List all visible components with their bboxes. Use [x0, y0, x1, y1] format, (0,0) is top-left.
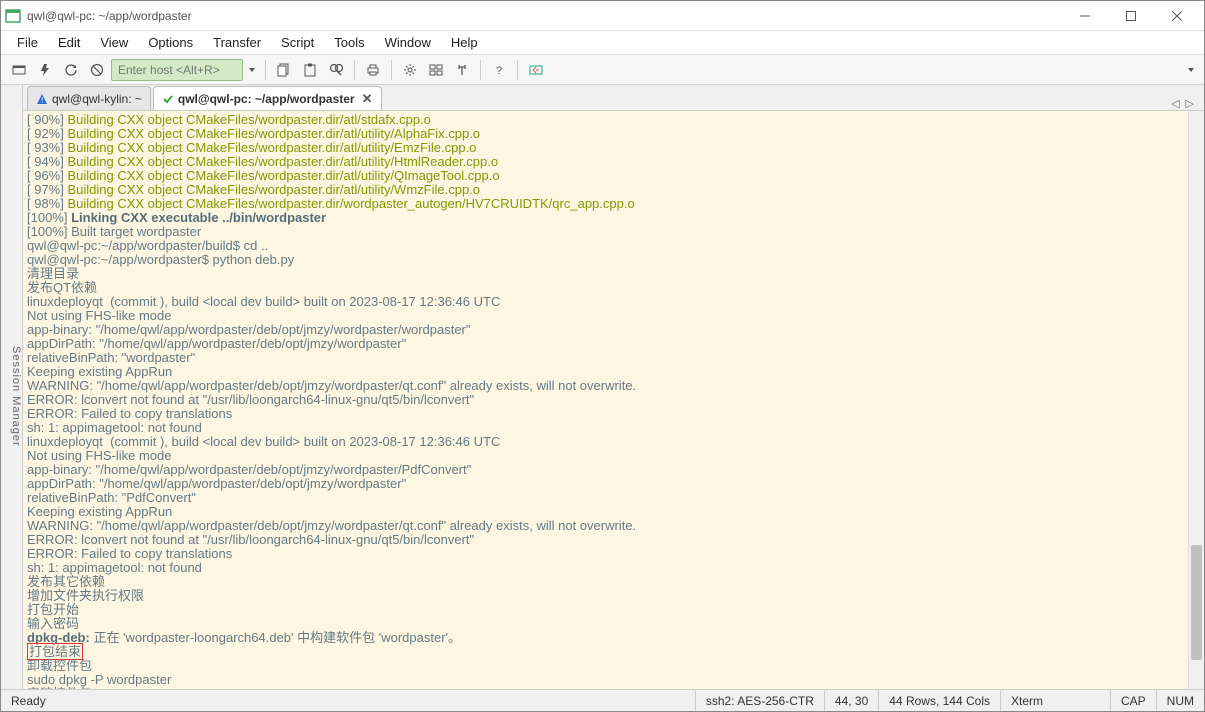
host-dropdown-icon[interactable]: [245, 59, 259, 81]
tab-session-2[interactable]: qwl@qwl-pc: ~/app/wordpaster ✕: [153, 86, 382, 110]
status-term-type: Xterm: [1000, 690, 1110, 711]
menu-options[interactable]: Options: [140, 33, 201, 52]
disconnect-icon[interactable]: [85, 58, 109, 82]
status-cursor-pos: 44, 30: [824, 690, 878, 711]
menu-transfer[interactable]: Transfer: [205, 33, 269, 52]
scrollbar-thumb[interactable]: [1191, 545, 1202, 661]
quick-connect-icon[interactable]: [33, 58, 57, 82]
xfer-icon[interactable]: [524, 58, 548, 82]
menu-help[interactable]: Help: [443, 33, 486, 52]
menu-edit[interactable]: Edit: [50, 33, 88, 52]
status-size: 44 Rows, 144 Cols: [878, 690, 1000, 711]
close-icon[interactable]: ✕: [362, 91, 373, 107]
connect-icon[interactable]: [7, 58, 31, 82]
terminal-output[interactable]: [ 90%] Building CXX object CMakeFiles/wo…: [23, 111, 1188, 689]
status-ready: Ready: [1, 690, 695, 711]
close-button[interactable]: [1154, 2, 1200, 30]
vertical-scrollbar[interactable]: [1188, 111, 1204, 689]
tab-session-1[interactable]: ! qwl@qwl-kylin: ~: [27, 86, 151, 110]
paste-icon[interactable]: [298, 58, 322, 82]
svg-text:!: !: [41, 96, 43, 105]
check-icon: [162, 93, 174, 105]
tab-label: qwl@qwl-pc: ~/app/wordpaster: [178, 92, 355, 106]
menu-file[interactable]: File: [9, 33, 46, 52]
separator: [354, 60, 355, 80]
tab-next-icon[interactable]: ▷: [1186, 97, 1194, 110]
tab-label: qwl@qwl-kylin: ~: [52, 92, 142, 106]
maximize-button[interactable]: [1108, 2, 1154, 30]
print-icon[interactable]: [361, 58, 385, 82]
separator: [391, 60, 392, 80]
window-title: qwl@qwl-pc: ~/app/wordpaster: [27, 9, 1062, 23]
minimize-button[interactable]: [1062, 2, 1108, 30]
tabbar: ! qwl@qwl-kylin: ~ qwl@qwl-pc: ~/app/wor…: [23, 85, 1204, 111]
menu-view[interactable]: View: [92, 33, 136, 52]
titlebar: qwl@qwl-pc: ~/app/wordpaster: [1, 1, 1204, 31]
toolbar: ?: [1, 55, 1204, 85]
menu-window[interactable]: Window: [377, 33, 439, 52]
svg-text:?: ?: [496, 65, 502, 77]
separator: [265, 60, 266, 80]
statusbar: Ready ssh2: AES-256-CTR 44, 30 44 Rows, …: [1, 689, 1204, 711]
sessions-icon[interactable]: [424, 58, 448, 82]
find-icon[interactable]: [324, 58, 348, 82]
separator: [480, 60, 481, 80]
menu-tools[interactable]: Tools: [326, 33, 372, 52]
session-manager-gutter[interactable]: Session Manager: [1, 85, 23, 689]
status-num: NUM: [1156, 690, 1204, 711]
warning-icon: !: [36, 93, 48, 105]
settings-icon[interactable]: [398, 58, 422, 82]
tab-prev-icon[interactable]: ◁: [1171, 97, 1179, 110]
help-icon[interactable]: ?: [487, 58, 511, 82]
menubar: File Edit View Options Transfer Script T…: [1, 31, 1204, 55]
app-icon: [5, 8, 21, 24]
window-controls: [1062, 2, 1200, 30]
reconnect-icon[interactable]: [59, 58, 83, 82]
menu-script[interactable]: Script: [273, 33, 322, 52]
separator: [517, 60, 518, 80]
command-icon[interactable]: [450, 58, 474, 82]
copy-icon[interactable]: [272, 58, 296, 82]
toolbar-overflow-icon[interactable]: [1184, 59, 1198, 81]
host-input[interactable]: [111, 59, 243, 81]
status-caps: CAP: [1110, 690, 1156, 711]
status-connection: ssh2: AES-256-CTR: [695, 690, 824, 711]
